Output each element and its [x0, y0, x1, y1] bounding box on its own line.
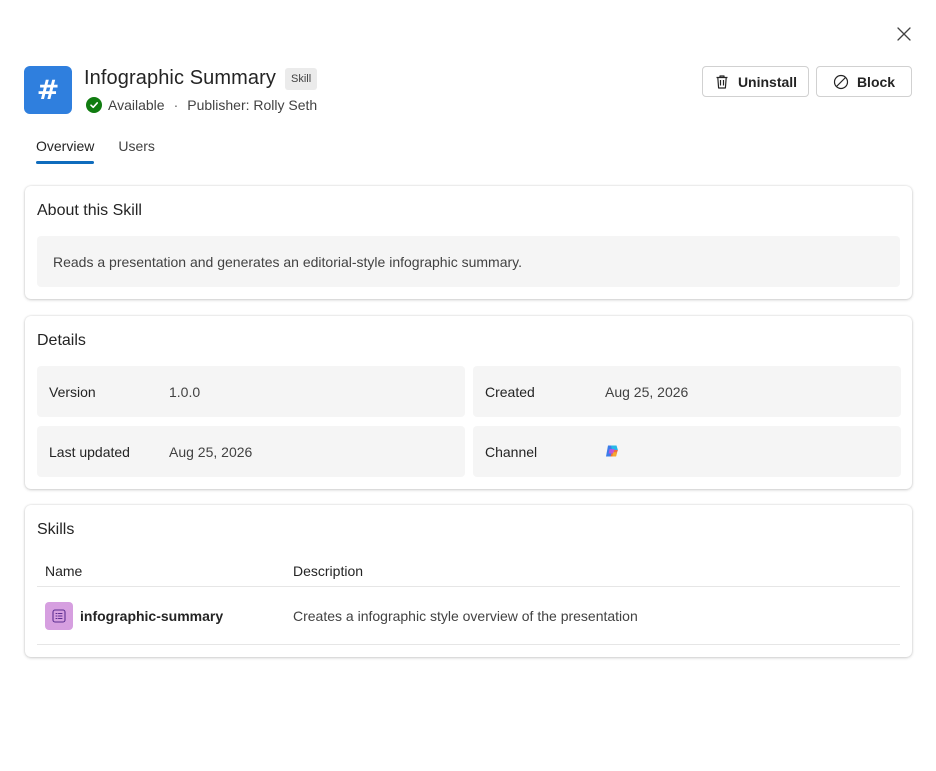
skill-description: Creates a infographic style overview of …: [293, 608, 638, 624]
title-row: Infographic Summary Skill: [84, 67, 318, 90]
close-icon: [897, 27, 911, 41]
close-button[interactable]: [890, 20, 918, 48]
block-label: Block: [856, 73, 896, 90]
tab-overview[interactable]: Overview: [36, 136, 95, 164]
uninstall-label: Uninstall: [737, 73, 798, 90]
tab-list: Overview Users: [36, 136, 179, 168]
skill-header: # Infographic Summary Skill Available · …: [24, 66, 912, 116]
separator-dot: ·: [173, 97, 179, 113]
details-card: Details Version 1.0.0 Created Aug 25, 20…: [25, 316, 912, 489]
details-title: Details: [37, 332, 86, 349]
status-row: Available · Publisher: Rolly Seth: [86, 97, 317, 113]
channel-label: Channel: [485, 443, 538, 460]
skill-name: infographic-summary: [80, 608, 224, 624]
prohibited-icon: [833, 74, 849, 89]
last-updated-label: Last updated: [49, 443, 130, 460]
app-icon: #: [24, 66, 72, 114]
last-updated-value: Aug 25, 2026: [169, 443, 253, 460]
detail-channel: Channel: [473, 426, 901, 477]
trash-icon: [716, 74, 728, 89]
type-badge: Skill: [284, 67, 318, 90]
column-header-description: Description: [293, 563, 364, 579]
detail-version: Version 1.0.0: [37, 366, 465, 417]
skills-title: Skills: [37, 521, 75, 538]
created-label: Created: [485, 383, 535, 400]
tab-users[interactable]: Users: [118, 136, 155, 164]
version-value: 1.0.0: [169, 383, 201, 400]
row-divider: [37, 644, 900, 645]
list-icon: [45, 602, 73, 630]
detail-created: Created Aug 25, 2026: [473, 366, 901, 417]
page-title: Infographic Summary: [84, 67, 276, 89]
detail-last-updated: Last updated Aug 25, 2026: [37, 426, 465, 477]
hash-icon: #: [36, 74, 60, 106]
about-card: About this Skill Reads a presentation an…: [25, 186, 912, 299]
created-value: Aug 25, 2026: [605, 383, 689, 400]
publisher-text: Publisher: Rolly Seth: [187, 97, 318, 113]
skills-card: Skills Name Description infographic-summ…: [25, 505, 912, 657]
column-header-name: Name: [45, 563, 83, 579]
table-row[interactable]: infographic-summary Creates a infographi…: [37, 587, 900, 643]
block-button[interactable]: Block: [816, 66, 912, 97]
status-text: Available: [108, 97, 165, 113]
uninstall-button[interactable]: Uninstall: [702, 66, 809, 97]
about-description: Reads a presentation and generates an ed…: [37, 236, 900, 287]
version-label: Version: [49, 383, 96, 400]
check-circle-icon: [86, 97, 102, 113]
copilot-icon: [605, 444, 619, 461]
about-title: About this Skill: [37, 202, 142, 219]
